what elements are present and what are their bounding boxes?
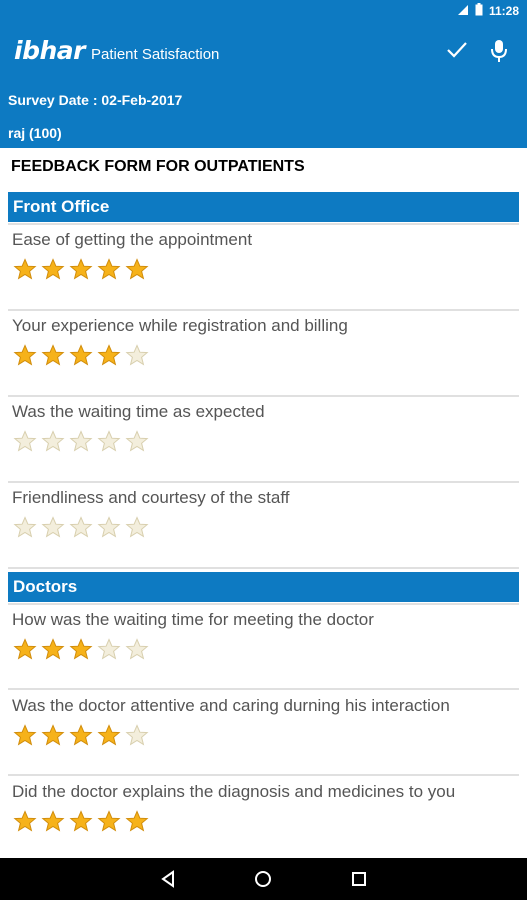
recents-icon[interactable]	[348, 868, 370, 890]
star-filled-icon[interactable]	[13, 258, 37, 280]
star-filled-icon[interactable]	[97, 344, 121, 366]
back-icon[interactable]	[157, 868, 179, 890]
status-time: 11:28	[488, 4, 519, 18]
divider	[8, 309, 519, 311]
star-empty-icon[interactable]	[97, 638, 121, 660]
star-rating[interactable]	[13, 344, 153, 366]
divider	[8, 223, 519, 225]
star-filled-icon[interactable]	[41, 638, 65, 660]
section-header-doctors: Doctors	[8, 572, 519, 602]
app-bar: ibhar Patient Satisfaction Survey Date :…	[0, 22, 527, 148]
question-text: Was the waiting time as expected	[12, 402, 265, 421]
star-rating[interactable]	[13, 516, 153, 538]
divider	[8, 603, 519, 605]
question-text: Ease of getting the appointment	[12, 230, 253, 249]
star-empty-icon[interactable]	[97, 430, 121, 452]
star-empty-icon[interactable]	[69, 516, 93, 538]
star-filled-icon[interactable]	[41, 258, 65, 280]
star-filled-icon[interactable]	[41, 344, 65, 366]
star-empty-icon[interactable]	[41, 430, 65, 452]
star-filled-icon[interactable]	[97, 724, 121, 746]
form-title: FEEDBACK FORM FOR OUTPATIENTS	[11, 158, 305, 175]
question-text: Friendliness and courtesy of the staff	[12, 488, 290, 507]
section-header-front-office: Front Office	[8, 192, 519, 222]
star-filled-icon[interactable]	[69, 724, 93, 746]
star-rating[interactable]	[13, 638, 153, 660]
divider	[8, 688, 519, 690]
divider	[8, 481, 519, 483]
star-rating[interactable]	[13, 258, 153, 280]
home-icon[interactable]	[252, 868, 274, 890]
star-empty-icon[interactable]	[125, 344, 149, 366]
star-empty-icon[interactable]	[97, 516, 121, 538]
star-empty-icon[interactable]	[125, 516, 149, 538]
star-rating[interactable]	[13, 810, 153, 832]
question-text: How was the waiting time for meeting the…	[12, 610, 374, 629]
divider	[8, 567, 519, 569]
star-empty-icon[interactable]	[13, 516, 37, 538]
star-filled-icon[interactable]	[69, 258, 93, 280]
check-icon[interactable]	[444, 38, 470, 64]
signal-icon	[457, 4, 469, 19]
star-empty-icon[interactable]	[125, 638, 149, 660]
star-filled-icon[interactable]	[13, 724, 37, 746]
star-empty-icon[interactable]	[69, 430, 93, 452]
star-empty-icon[interactable]	[13, 430, 37, 452]
star-filled-icon[interactable]	[13, 638, 37, 660]
question-text: Did the doctor explains the diagnosis an…	[12, 782, 456, 801]
nav-bar	[0, 858, 527, 900]
patient-name: raj (100)	[8, 125, 62, 141]
star-filled-icon[interactable]	[69, 638, 93, 660]
star-filled-icon[interactable]	[13, 810, 37, 832]
brand: ibhar Patient Satisfaction	[14, 36, 219, 66]
star-rating[interactable]	[13, 430, 153, 452]
mic-icon[interactable]	[488, 38, 510, 64]
star-empty-icon[interactable]	[125, 724, 149, 746]
star-filled-icon[interactable]	[125, 810, 149, 832]
star-filled-icon[interactable]	[97, 810, 121, 832]
star-filled-icon[interactable]	[69, 810, 93, 832]
app-logo: ibhar	[14, 36, 85, 65]
star-empty-icon[interactable]	[125, 430, 149, 452]
star-filled-icon[interactable]	[13, 344, 37, 366]
question-text: Your experience while registration and b…	[12, 316, 348, 335]
divider	[8, 774, 519, 776]
star-filled-icon[interactable]	[69, 344, 93, 366]
star-rating[interactable]	[13, 724, 153, 746]
star-empty-icon[interactable]	[41, 516, 65, 538]
divider	[8, 395, 519, 397]
star-filled-icon[interactable]	[125, 258, 149, 280]
battery-icon	[475, 3, 483, 19]
star-filled-icon[interactable]	[97, 258, 121, 280]
star-filled-icon[interactable]	[41, 724, 65, 746]
app-title: Patient Satisfaction	[90, 46, 220, 63]
status-bar: 11:28	[0, 0, 527, 22]
star-filled-icon[interactable]	[41, 810, 65, 832]
survey-date: Survey Date : 02-Feb-2017	[8, 92, 183, 108]
question-text: Was the doctor attentive and caring durn…	[12, 696, 450, 715]
